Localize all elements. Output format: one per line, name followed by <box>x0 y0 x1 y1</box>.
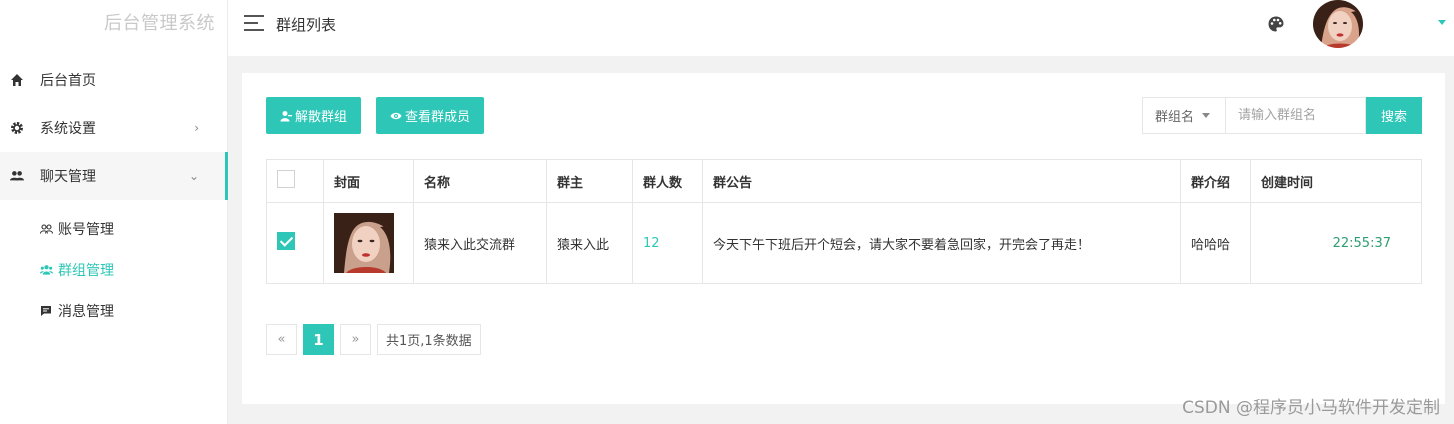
column-header: 名称 <box>413 159 547 203</box>
column-header: 群人数 <box>632 159 703 203</box>
pagination-info: 共1页,1条数据 <box>377 324 481 355</box>
view-members-label: 查看群成员 <box>405 110 471 125</box>
select-all-checkbox[interactable] <box>277 170 295 188</box>
dissolve-group-button[interactable]: 解散群组 <box>266 97 362 134</box>
sidebar: 后台管理系统 后台首页 系统设置 › 聊天管理 ⌄ 账号管理 群组管理 消息管理 <box>0 0 228 424</box>
created-time-cell: 22:55:37 <box>1250 202 1422 284</box>
watermark: CSDN @程序员小马软件开发定制 <box>1182 398 1440 418</box>
app-title: 后台管理系统 <box>104 13 215 34</box>
column-header: 群主 <box>546 159 633 203</box>
app: 后台管理系统 后台首页 系统设置 › 聊天管理 ⌄ 账号管理 群组管理 消息管理… <box>0 0 1454 424</box>
next-page-button[interactable]: » <box>340 324 371 355</box>
column-header: 群介绍 <box>1180 159 1251 203</box>
view-members-button[interactable]: 查看群成员 <box>376 97 485 134</box>
caret-down-icon[interactable] <box>1438 20 1446 25</box>
row-checkbox[interactable] <box>277 232 295 250</box>
column-header: 封面 <box>323 159 414 203</box>
column-header: 群公告 <box>702 159 1181 203</box>
prev-page-button[interactable]: « <box>266 324 297 355</box>
caret-down-icon <box>1202 113 1211 118</box>
group-table: 封面 名称 群主 群人数 群公告 群介绍 创建时间 猿来入此交流群 猿来入此 1… <box>266 159 1422 284</box>
sidebar-item-label: 后台首页 <box>40 73 96 89</box>
sidebar-sub-label: 账号管理 <box>58 221 114 238</box>
sidebar-item-settings[interactable]: 系统设置 › <box>0 104 227 152</box>
sidebar-item-chat[interactable]: 聊天管理 ⌄ <box>0 152 228 200</box>
chat-submenu: 账号管理 群组管理 消息管理 <box>0 200 227 331</box>
avatar[interactable] <box>1313 0 1363 48</box>
chevron-down-icon: ⌄ <box>188 169 199 183</box>
sidebar-item-accounts[interactable]: 账号管理 <box>0 208 227 249</box>
select-all-cell <box>266 159 324 203</box>
users-icon <box>10 169 24 183</box>
group-owner-cell: 猿来入此 <box>546 202 633 284</box>
sidebar-item-label: 聊天管理 <box>40 169 96 185</box>
sidebar-sub-label: 群组管理 <box>58 262 114 279</box>
home-icon <box>10 73 24 87</box>
notice-cell: 今天下午下班后开个短会，请大家不要着急回家，开完会了再走！ <box>702 202 1181 284</box>
column-header: 创建时间 <box>1250 159 1422 203</box>
dissolve-group-label: 解散群组 <box>295 110 348 125</box>
pagination: « 1 » 共1页,1条数据 <box>266 324 487 355</box>
cover-cell <box>323 202 414 284</box>
palette-icon[interactable] <box>1267 15 1285 33</box>
group-cover-image <box>334 213 394 273</box>
content-card: 解散群组 查看群成员 群组名 搜索 封面 名称 群主 群 <box>242 73 1445 404</box>
user-remove-icon <box>280 110 292 122</box>
intro-cell: 哈哈哈 <box>1180 202 1251 284</box>
sidebar-item-home[interactable]: 后台首页 <box>0 56 227 104</box>
top-header: 群组列表 <box>228 0 1454 56</box>
group-icon <box>40 263 53 276</box>
sidebar-item-groups[interactable]: 群组管理 <box>0 249 227 290</box>
search-input[interactable] <box>1226 97 1366 134</box>
member-count-cell: 12 <box>632 202 703 284</box>
group-name-cell: 猿来入此交流群 <box>413 202 547 284</box>
sidebar-sub-label: 消息管理 <box>58 303 114 320</box>
eye-icon <box>390 110 402 122</box>
sidebar-item-label: 系统设置 <box>40 121 96 137</box>
sidebar-item-messages[interactable]: 消息管理 <box>0 290 227 331</box>
page-1-button[interactable]: 1 <box>303 324 334 355</box>
gear-icon <box>10 121 24 135</box>
message-icon <box>40 304 53 317</box>
accounts-icon <box>40 222 53 235</box>
menu-toggle-icon[interactable] <box>244 15 264 33</box>
table-header-row: 封面 名称 群主 群人数 群公告 群介绍 创建时间 <box>266 159 1422 203</box>
table-row[interactable]: 猿来入此交流群 猿来入此 12 今天下午下班后开个短会，请大家不要着急回家，开完… <box>266 202 1422 284</box>
search-button[interactable]: 搜索 <box>1366 97 1422 134</box>
chevron-right-icon: › <box>194 121 199 135</box>
row-select-cell <box>266 202 324 284</box>
search-field-label: 群组名 <box>1155 110 1195 125</box>
search-field-select[interactable]: 群组名 <box>1142 97 1226 134</box>
page-title: 群组列表 <box>276 16 337 34</box>
search-bar: 群组名 搜索 <box>1142 97 1422 134</box>
